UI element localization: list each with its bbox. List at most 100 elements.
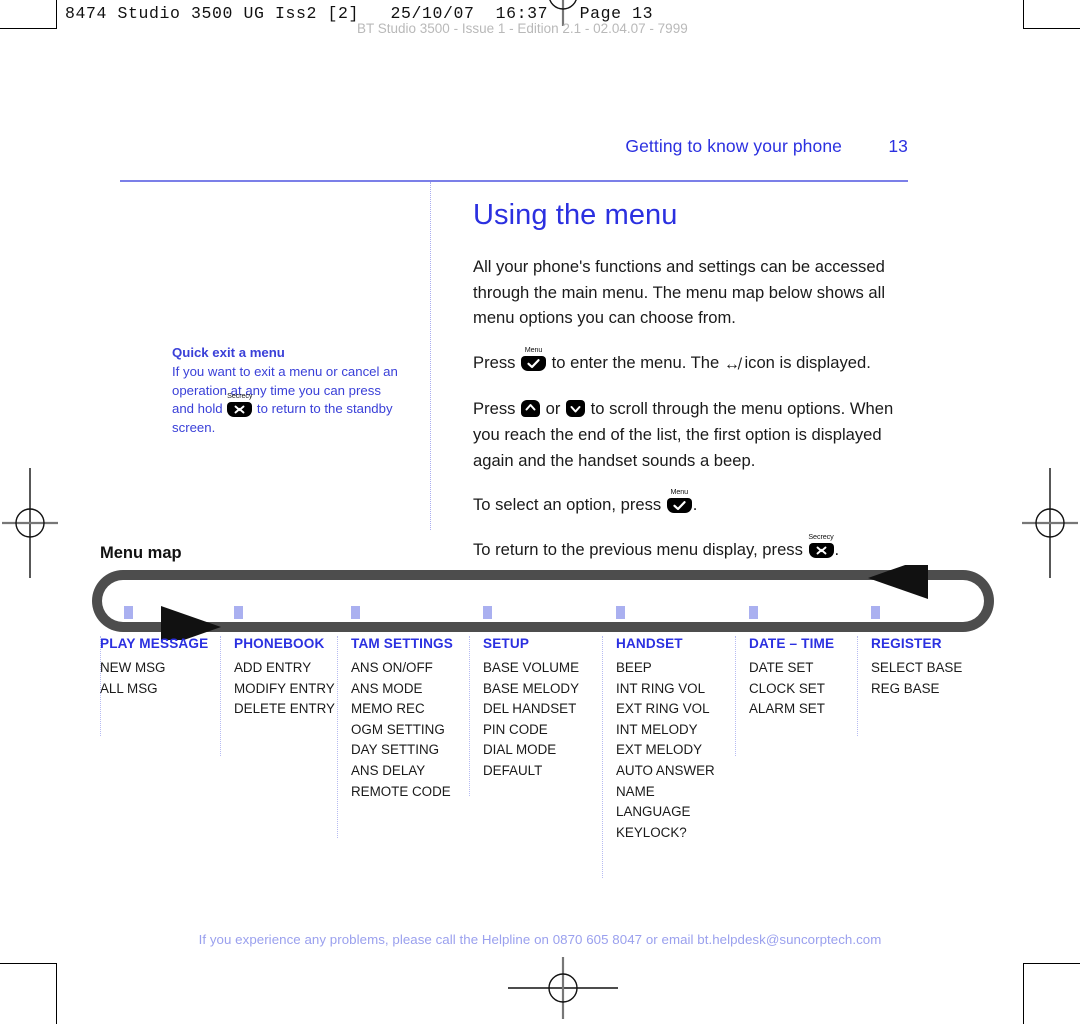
menu-item: EXT RING VOL bbox=[616, 701, 710, 717]
up-arrow-key-icon bbox=[521, 400, 541, 418]
menu-column-heading: SETUP bbox=[483, 636, 530, 651]
column-tick-marker bbox=[871, 606, 880, 619]
printer-slug-faded-line: BT Studio 3500 - Issue 1 - Edition 2.1 -… bbox=[357, 21, 688, 36]
secrecy-key-body-2 bbox=[808, 542, 834, 558]
crop-mark-top-right bbox=[1023, 0, 1080, 29]
column-tick-marker bbox=[749, 606, 758, 619]
menu-column-heading: HANDSET bbox=[616, 636, 683, 651]
menu-map-columns: PLAY MESSAGE NEW MSG ALL MSG PHONEBOOK A… bbox=[100, 606, 1000, 878]
menu-item: EXT MELODY bbox=[616, 742, 703, 758]
menu-key-icon: Menu bbox=[521, 345, 547, 371]
menu-item: NAME bbox=[616, 783, 655, 799]
menu-column-heading: TAM SETTINGS bbox=[351, 636, 453, 651]
registration-mark-right bbox=[1022, 468, 1078, 583]
page-number: 13 bbox=[888, 136, 908, 156]
enter-menu-text-b: to enter the menu. The bbox=[547, 352, 724, 372]
body-column-divider bbox=[430, 182, 431, 530]
menu-key-caplabel-2: Menu bbox=[670, 487, 689, 497]
menu-column: PHONEBOOK ADD ENTRY MODIFY ENTRY DELETE … bbox=[220, 606, 337, 843]
menu-column-heading: REGISTER bbox=[871, 636, 942, 651]
menu-item: LANGUAGE bbox=[616, 804, 691, 820]
menu-item: ANS DELAY bbox=[351, 762, 426, 778]
menu-key-icon-2: Menu bbox=[666, 488, 692, 514]
menu-column: TAM SETTINGS ANS ON/OFF ANS MODE MEMO RE… bbox=[337, 606, 469, 843]
scroll-menu-paragraph: Press or to scroll through the menu opti… bbox=[473, 396, 913, 473]
menu-item: ANS ON/OFF bbox=[351, 660, 433, 675]
menu-column-heading: PHONEBOOK bbox=[234, 636, 325, 651]
menu-item: BEEP bbox=[616, 660, 652, 675]
column-separator bbox=[337, 636, 338, 838]
select-option-paragraph: To select an option, press Menu . bbox=[473, 488, 913, 518]
column-separator bbox=[602, 636, 603, 878]
crop-mark-top-left bbox=[0, 0, 57, 29]
secrecy-key-icon-2: Secrecy bbox=[808, 532, 834, 558]
menu-column-heading: DATE – TIME bbox=[749, 636, 835, 651]
select-text-a: To select an option, press bbox=[473, 495, 666, 515]
menu-column-heading: PLAY MESSAGE bbox=[100, 636, 209, 651]
column-tick-marker bbox=[351, 606, 360, 619]
column-tick-marker bbox=[616, 606, 625, 619]
enter-menu-text-a: Press bbox=[473, 352, 521, 372]
menu-item: BASE MELODY bbox=[483, 680, 579, 696]
header-divider-rule bbox=[120, 180, 908, 182]
menu-item: DATE SET bbox=[749, 660, 814, 675]
menu-item: DIAL MODE bbox=[483, 742, 557, 758]
menu-item: DELETE ENTRY bbox=[234, 701, 335, 717]
menu-item: NEW MSG bbox=[100, 660, 166, 675]
column-separator bbox=[100, 636, 101, 736]
menu-key-caplabel: Menu bbox=[524, 344, 543, 354]
tip-title: Quick exit a menu bbox=[172, 345, 285, 360]
menu-item: DAY SETTING bbox=[351, 742, 440, 758]
page-header: Getting to know your phone 13 bbox=[120, 136, 908, 182]
return-text-b: . bbox=[834, 539, 840, 559]
menu-column: REGISTER SELECT BASE REG BASE bbox=[857, 606, 977, 843]
menu-column: SETUP BASE VOLUME BASE MELODY DEL HANDSE… bbox=[469, 606, 602, 843]
scroll-text-a: Press bbox=[473, 399, 521, 419]
menu-indicator-icon: ↮ bbox=[723, 355, 740, 373]
secrecy-key-caplabel-2: Secrecy bbox=[808, 531, 834, 541]
menu-item: OGM SETTING bbox=[351, 721, 445, 737]
column-separator bbox=[735, 636, 736, 756]
return-previous-paragraph: To return to the previous menu display, … bbox=[473, 532, 913, 563]
menu-item: ALARM SET bbox=[749, 701, 825, 717]
main-content-column: Using the menu All your phone's function… bbox=[473, 198, 913, 581]
menu-column: HANDSET BEEP INT RING VOL EXT RING VOL I… bbox=[602, 606, 735, 878]
menu-item: CLOCK SET bbox=[749, 680, 825, 696]
menu-item: DEFAULT bbox=[483, 762, 543, 778]
column-separator bbox=[220, 636, 221, 756]
menu-item: DEL HANDSET bbox=[483, 701, 577, 717]
down-arrow-key-icon bbox=[566, 400, 586, 418]
menu-key-body bbox=[521, 355, 547, 371]
registration-mark-left bbox=[2, 468, 58, 583]
column-tick-marker bbox=[483, 606, 492, 619]
menu-item: REG BASE bbox=[871, 680, 940, 696]
section-heading: Using the menu bbox=[473, 199, 678, 231]
column-tick-marker bbox=[234, 606, 243, 619]
menu-item: AUTO ANSWER bbox=[616, 762, 715, 778]
menu-item: KEYLOCK? bbox=[616, 824, 687, 840]
secrecy-key-icon: Secrecy bbox=[227, 392, 253, 418]
menu-item: ANS MODE bbox=[351, 680, 423, 696]
enter-menu-text-c: icon is displayed. bbox=[739, 352, 871, 372]
crop-mark-bottom-left bbox=[0, 963, 57, 1024]
menu-item: BASE VOLUME bbox=[483, 660, 579, 675]
crop-mark-bottom-right bbox=[1023, 963, 1080, 1024]
menu-item: ADD ENTRY bbox=[234, 660, 312, 675]
scroll-text-b: or bbox=[541, 399, 566, 419]
helpline-footer: If you experience any problems, please c… bbox=[198, 932, 882, 947]
secrecy-key-caplabel: Secrecy bbox=[227, 391, 253, 401]
quick-exit-tip-box: Quick exit a menu If you want to exit a … bbox=[172, 344, 404, 437]
menu-item: PIN CODE bbox=[483, 721, 548, 737]
menu-item: REMOTE CODE bbox=[351, 783, 451, 799]
select-text-b: . bbox=[692, 495, 698, 515]
column-tick-marker bbox=[124, 606, 133, 619]
menu-column: PLAY MESSAGE NEW MSG ALL MSG bbox=[100, 606, 220, 843]
registration-mark-bottom bbox=[508, 957, 618, 1024]
menu-item: INT MELODY bbox=[616, 721, 698, 737]
down-arrow-key-body bbox=[566, 400, 586, 418]
menu-item: SELECT BASE bbox=[871, 660, 963, 675]
secrecy-key-body bbox=[227, 402, 253, 418]
page-title: Getting to know your phone bbox=[625, 136, 842, 156]
return-text-a: To return to the previous menu display, … bbox=[473, 539, 808, 559]
menu-map-track bbox=[83, 565, 1003, 640]
